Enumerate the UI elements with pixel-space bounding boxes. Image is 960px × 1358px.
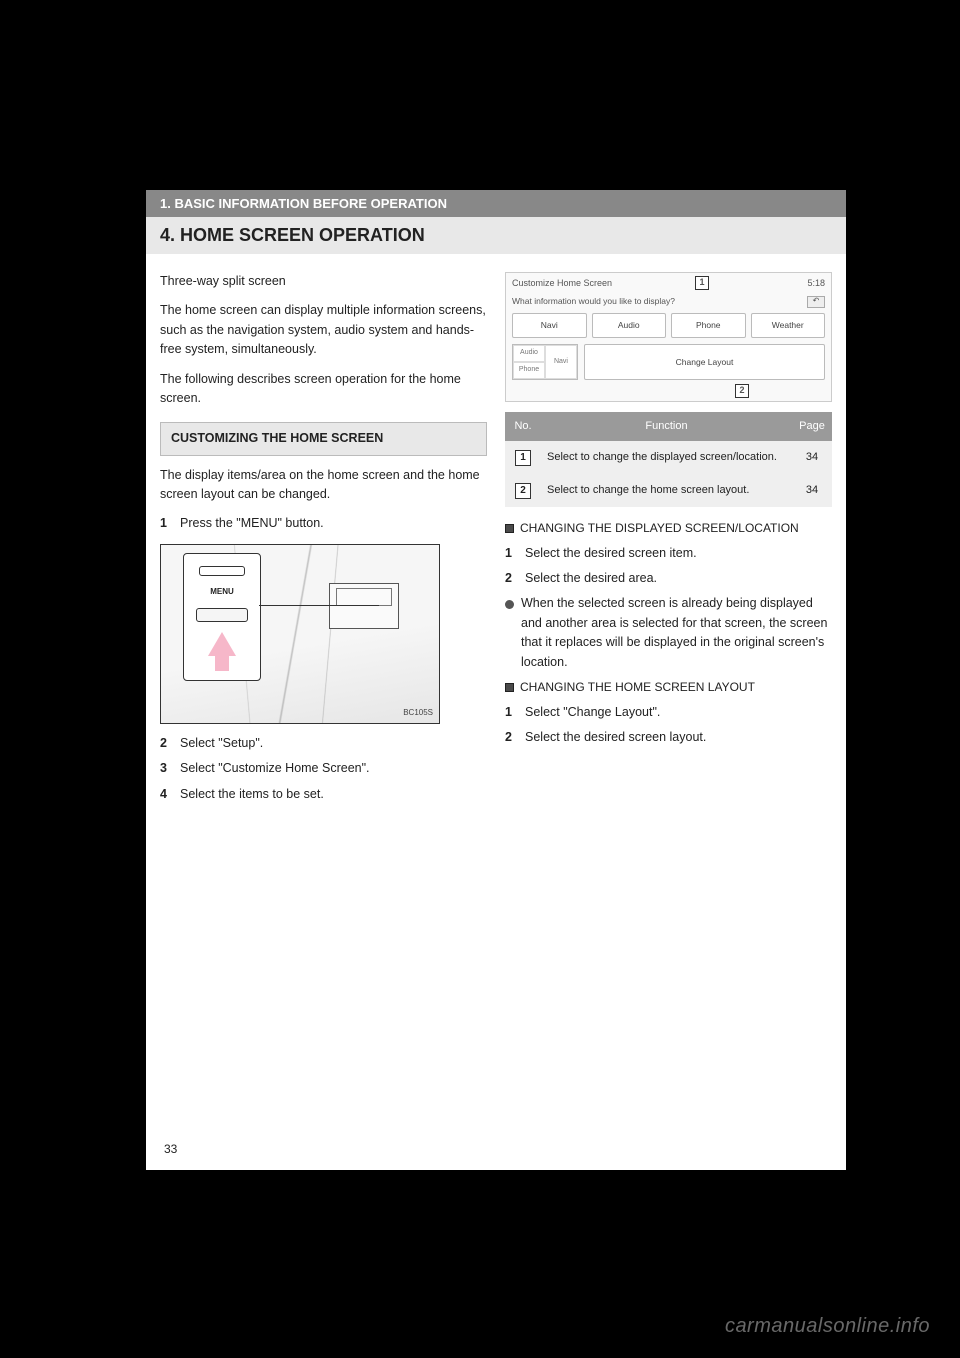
th-page: Page xyxy=(792,412,832,441)
th-function: Function xyxy=(541,412,792,441)
menu-label: MENU xyxy=(210,586,234,598)
proc2-step2-num: 2 xyxy=(505,728,519,747)
procedure-1-title: CHANGING THE DISPLAYED SCREEN/LOCATION xyxy=(520,519,799,538)
layout-preview[interactable]: Audio Navi Phone xyxy=(512,344,578,380)
function-table: No. Function Page 1 Select to change the… xyxy=(505,412,832,507)
screenshot-prompt-row: What information would you like to displ… xyxy=(512,295,825,308)
intro-paragraph: The home screen can display multiple inf… xyxy=(160,301,487,359)
table-row: 2 Select to change the home screen layou… xyxy=(505,474,832,507)
proc1-step2: 2 Select the desired area. xyxy=(505,569,832,588)
step-3-num: 3 xyxy=(160,759,174,778)
proc1-step2-num: 2 xyxy=(505,569,519,588)
procedure-2-title: CHANGING THE HOME SCREEN LAYOUT xyxy=(520,678,755,697)
screenshot-header: Customize Home Screen 5:18 xyxy=(512,277,825,291)
proc2-step1: 1 Select "Change Layout". xyxy=(505,703,832,722)
dashboard-illustration: MENU BC105S xyxy=(160,544,440,724)
row2-badge: 2 xyxy=(515,483,531,499)
row1-page: 34 xyxy=(792,441,832,474)
row2-page: 34 xyxy=(792,474,832,507)
customize-home-screenshot: Customize Home Screen 5:18 What informat… xyxy=(505,272,832,402)
proc1-step1-num: 1 xyxy=(505,544,519,563)
table-row: 1 Select to change the displayed screen/… xyxy=(505,441,832,474)
step-1-num: 1 xyxy=(160,514,174,533)
menu-button-panel: MENU xyxy=(183,553,261,681)
step-3: 3 Select "Customize Home Screen". xyxy=(160,759,487,778)
navi-button[interactable]: Navi xyxy=(512,313,587,338)
mini-audio-cell: Audio xyxy=(513,345,545,362)
procedure-2-heading: CHANGING THE HOME SCREEN LAYOUT xyxy=(505,678,832,697)
menu-button-graphic xyxy=(196,608,248,622)
press-arrow-icon xyxy=(208,632,236,656)
step-1-text: Press the "MENU" button. xyxy=(180,514,324,533)
section-title-bar: 4. HOME SCREEN OPERATION xyxy=(146,217,846,254)
proc2-step1-text: Select "Change Layout". xyxy=(525,703,660,722)
screenshot-prompt: What information would you like to displ… xyxy=(512,295,675,308)
section-title: 4. HOME SCREEN OPERATION xyxy=(160,225,425,245)
right-column: Customize Home Screen 5:18 What informat… xyxy=(505,272,832,810)
sub-heading-text: CUSTOMIZING THE HOME SCREEN xyxy=(171,431,383,445)
audio-button[interactable]: Audio xyxy=(592,313,667,338)
screenshot-bottom-row: Audio Navi Phone Change Layout xyxy=(512,344,825,380)
proc1-note: When the selected screen is already bein… xyxy=(505,594,832,672)
screenshot-clock: 5:18 xyxy=(807,277,825,291)
proc2-step2: 2 Select the desired screen layout. xyxy=(505,728,832,747)
step-1: 1 Press the "MENU" button. xyxy=(160,514,487,533)
watermark-text: carmanualsonline.info xyxy=(725,1315,930,1338)
page-number: 33 xyxy=(164,1142,177,1156)
th-no: No. xyxy=(505,412,541,441)
sub-description: The display items/area on the home scree… xyxy=(160,466,487,505)
proc2-step1-num: 1 xyxy=(505,703,519,722)
step-2: 2 Select "Setup". xyxy=(160,734,487,753)
panel-slot-top xyxy=(199,566,245,576)
mini-navi-cell: Navi xyxy=(545,345,577,379)
proc1-step1: 1 Select the desired screen item. xyxy=(505,544,832,563)
back-icon[interactable]: ↶ xyxy=(807,296,825,308)
step-4-num: 4 xyxy=(160,785,174,804)
proc1-step1-text: Select the desired screen item. xyxy=(525,544,697,563)
row2-function: Select to change the home screen layout. xyxy=(541,474,792,507)
intro-line-2: The following describes screen operation… xyxy=(160,370,487,409)
square-bullet-icon xyxy=(505,524,514,533)
chapter-bar: 1. BASIC INFORMATION BEFORE OPERATION xyxy=(146,190,846,217)
step-4-text: Select the items to be set. xyxy=(180,785,324,804)
mini-phone-cell: Phone xyxy=(513,362,545,379)
square-bullet-icon xyxy=(505,683,514,692)
callout-1-badge: 1 xyxy=(695,276,709,290)
content-columns: Three-way split screen The home screen c… xyxy=(146,254,846,810)
procedure-1-heading: CHANGING THE DISPLAYED SCREEN/LOCATION xyxy=(505,519,832,538)
sub-heading-box: CUSTOMIZING THE HOME SCREEN xyxy=(160,422,487,455)
callout-2-badge: 2 xyxy=(735,384,749,398)
screenshot-title: Customize Home Screen xyxy=(512,277,612,291)
row1-badge: 1 xyxy=(515,450,531,466)
proc1-note-text: When the selected screen is already bein… xyxy=(521,594,832,672)
step-4: 4 Select the items to be set. xyxy=(160,785,487,804)
round-bullet-icon xyxy=(505,594,515,672)
step-2-num: 2 xyxy=(160,734,174,753)
weather-button[interactable]: Weather xyxy=(751,313,826,338)
chapter-text: 1. BASIC INFORMATION BEFORE OPERATION xyxy=(160,196,447,211)
row1-function: Select to change the displayed screen/lo… xyxy=(541,441,792,474)
step-2-text: Select "Setup". xyxy=(180,734,263,753)
change-layout-button[interactable]: Change Layout xyxy=(584,344,825,380)
proc2-step2-text: Select the desired screen layout. xyxy=(525,728,706,747)
figure-id: BC105S xyxy=(403,707,433,719)
left-column: Three-way split screen The home screen c… xyxy=(160,272,487,810)
phone-button[interactable]: Phone xyxy=(671,313,746,338)
proc1-step2-text: Select the desired area. xyxy=(525,569,657,588)
manual-page: 1. BASIC INFORMATION BEFORE OPERATION 4.… xyxy=(146,190,846,1170)
intro-line-1: Three-way split screen xyxy=(160,272,487,291)
callout-line xyxy=(259,605,379,607)
screenshot-option-row: Navi Audio Phone Weather xyxy=(512,313,825,338)
step-3-text: Select "Customize Home Screen". xyxy=(180,759,370,778)
